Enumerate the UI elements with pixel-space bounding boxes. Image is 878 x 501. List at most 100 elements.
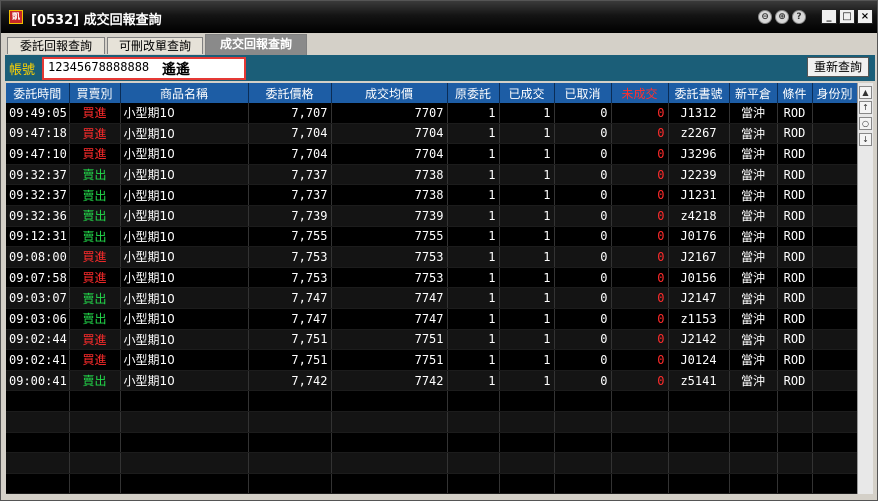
empty-cell xyxy=(777,452,813,474)
order-number-cell: J1312 xyxy=(668,103,730,124)
table-row[interactable]: 09:49:05 買進 小型期10 7,707 7707 1 1 0 0 J1312 當沖 ROD xyxy=(6,103,857,124)
column-header[interactable]: 原委託 xyxy=(447,83,500,103)
open-close-cell: 當沖 xyxy=(729,349,778,371)
column-header[interactable]: 委託書號 xyxy=(668,83,730,103)
empty-cell xyxy=(120,473,249,494)
side-cell: 賣出 xyxy=(69,184,121,206)
empty-cell xyxy=(331,390,448,412)
close-button[interactable]: × xyxy=(857,9,873,24)
table-row[interactable]: 09:12:31 賣出 小型期10 7,755 7755 1 1 0 0 J0176 當沖 ROD xyxy=(6,226,857,248)
condition-cell: ROD xyxy=(777,287,813,309)
product-name-cell: 小型期10 xyxy=(120,287,249,309)
account-field[interactable]: 12345678888888 遙遙 xyxy=(42,57,246,80)
tab-modifiable-orders[interactable]: 可刪改單查詢 xyxy=(107,37,203,54)
empty-cell xyxy=(6,411,70,433)
cancelled-qty-cell: 0 xyxy=(554,103,612,124)
title-bar[interactable]: 凱 [0532] 成交回報查詢 ⊖ ⊕ ? _ □ × xyxy=(1,1,877,33)
table-row[interactable]: 09:32:36 賣出 小型期10 7,739 7739 1 1 0 0 z4218 當沖 ROD xyxy=(6,205,857,227)
scroll-reset-icon[interactable]: ○ xyxy=(859,117,872,130)
cancelled-qty-cell: 0 xyxy=(554,267,612,289)
order-number-cell: J2142 xyxy=(668,329,730,351)
unfilled-qty-cell: 0 xyxy=(611,287,669,309)
column-header[interactable]: 委託時間 xyxy=(6,83,70,103)
product-name-cell: 小型期10 xyxy=(120,123,249,145)
scroll-down-icon[interactable]: ↓ xyxy=(859,133,872,146)
column-header[interactable]: 商品名稱 xyxy=(120,83,249,103)
column-header[interactable]: 新平倉 xyxy=(729,83,778,103)
product-name-cell: 小型期10 xyxy=(120,103,249,124)
original-qty-cell: 1 xyxy=(447,287,500,309)
identity-cell xyxy=(812,349,857,371)
order-time-cell: 09:08:00 xyxy=(6,246,70,268)
table-row[interactable]: 09:32:37 賣出 小型期10 7,737 7738 1 1 0 0 J1231 當沖 ROD xyxy=(6,184,857,206)
column-header[interactable]: 成交均價 xyxy=(331,83,448,103)
empty-cell xyxy=(729,411,778,433)
table-row[interactable]: 09:03:06 賣出 小型期10 7,747 7747 1 1 0 0 z1153 當沖 ROD xyxy=(6,308,857,330)
open-close-cell: 當沖 xyxy=(729,205,778,227)
table-row[interactable]: 09:47:10 買進 小型期10 7,704 7704 1 1 0 0 J3296 當沖 ROD xyxy=(6,143,857,165)
table-row[interactable]: 09:47:18 買進 小型期10 7,704 7704 1 1 0 0 z2267 當沖 ROD xyxy=(6,123,857,145)
filled-qty-cell: 1 xyxy=(499,123,555,145)
requery-button[interactable]: 重新查詢 xyxy=(807,57,869,77)
empty-cell xyxy=(120,411,249,433)
tab-bar: 委託回報查詢 可刪改單查詢 成交回報查詢 xyxy=(1,33,877,55)
order-time-cell: 09:47:10 xyxy=(6,143,70,165)
empty-cell xyxy=(331,411,448,433)
cancelled-qty-cell: 0 xyxy=(554,329,612,351)
empty-cell xyxy=(777,411,813,433)
column-header[interactable]: 買賣別 xyxy=(69,83,121,103)
scroll-top-icon[interactable]: ▲ xyxy=(859,86,872,99)
maximize-button[interactable]: □ xyxy=(839,9,855,24)
column-header[interactable]: 身份別 xyxy=(812,83,857,103)
empty-cell xyxy=(777,432,813,454)
empty-cell xyxy=(6,390,70,412)
tab-order-report[interactable]: 委託回報查詢 xyxy=(7,37,105,54)
open-close-cell: 當沖 xyxy=(729,164,778,186)
cancelled-qty-cell: 0 xyxy=(554,164,612,186)
minimize-button[interactable]: _ xyxy=(821,9,837,24)
open-close-cell: 當沖 xyxy=(729,287,778,309)
empty-cell xyxy=(69,390,121,412)
vertical-scrollbar[interactable]: ▲ ↑ ○ ↓ xyxy=(857,83,873,494)
zoom-out-icon[interactable]: ⊖ xyxy=(758,10,772,24)
table-row[interactable]: 09:07:58 買進 小型期10 7,753 7753 1 1 0 0 J0156 當沖 ROD xyxy=(6,267,857,289)
filled-qty-cell: 1 xyxy=(499,205,555,227)
empty-cell xyxy=(611,473,669,494)
condition-cell: ROD xyxy=(777,143,813,165)
zoom-in-icon[interactable]: ⊕ xyxy=(775,10,789,24)
unfilled-qty-cell: 0 xyxy=(611,103,669,124)
table-row[interactable]: 09:08:00 買進 小型期10 7,753 7753 1 1 0 0 J2167 當沖 ROD xyxy=(6,246,857,268)
avg-fill-price-cell: 7738 xyxy=(331,164,448,186)
order-time-cell: 09:32:37 xyxy=(6,184,70,206)
window-title: [0532] 成交回報查詢 xyxy=(31,13,162,28)
table-row[interactable]: 09:03:07 賣出 小型期10 7,747 7747 1 1 0 0 J2147 當沖 ROD xyxy=(6,287,857,309)
help-icon[interactable]: ? xyxy=(792,10,806,24)
empty-cell xyxy=(668,411,730,433)
cancelled-qty-cell: 0 xyxy=(554,184,612,206)
avg-fill-price-cell: 7747 xyxy=(331,287,448,309)
scroll-up-icon[interactable]: ↑ xyxy=(859,101,872,114)
column-header[interactable]: 未成交 xyxy=(611,83,669,103)
table-row[interactable]: 09:00:41 賣出 小型期10 7,742 7742 1 1 0 0 z5141 當沖 ROD xyxy=(6,370,857,392)
table-row[interactable]: 09:02:41 買進 小型期10 7,751 7751 1 1 0 0 J0124 當沖 ROD xyxy=(6,349,857,371)
product-name-cell: 小型期10 xyxy=(120,329,249,351)
account-label: 帳號 xyxy=(9,63,36,78)
tab-fill-report[interactable]: 成交回報查詢 xyxy=(205,34,307,55)
unfilled-qty-cell: 0 xyxy=(611,349,669,371)
order-price-cell: 7,753 xyxy=(248,267,332,289)
unfilled-qty-cell: 0 xyxy=(611,226,669,248)
condition-cell: ROD xyxy=(777,123,813,145)
fill-report-table[interactable]: 委託時間 買賣別 商品名稱 委託價格 成交均價 原委託 已成交 已取消 未成交 … xyxy=(6,83,857,494)
table-row[interactable]: 09:02:44 買進 小型期10 7,751 7751 1 1 0 0 J2142 當沖 ROD xyxy=(6,329,857,351)
original-qty-cell: 1 xyxy=(447,267,500,289)
column-header[interactable]: 已取消 xyxy=(554,83,612,103)
table-row[interactable]: 09:32:37 賣出 小型期10 7,737 7738 1 1 0 0 J2239 當沖 ROD xyxy=(6,164,857,186)
empty-cell xyxy=(499,452,555,474)
identity-cell xyxy=(812,329,857,351)
product-name-cell: 小型期10 xyxy=(120,143,249,165)
avg-fill-price-cell: 7739 xyxy=(331,205,448,227)
column-header[interactable]: 條件 xyxy=(777,83,813,103)
column-header[interactable]: 委託價格 xyxy=(248,83,332,103)
column-header[interactable]: 已成交 xyxy=(499,83,555,103)
open-close-cell: 當沖 xyxy=(729,246,778,268)
